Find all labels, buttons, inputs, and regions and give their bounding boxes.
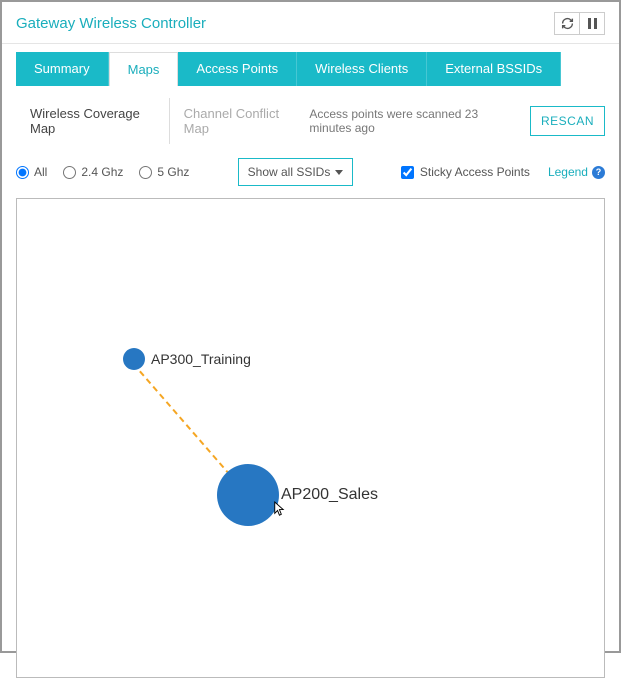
radio-5ghz[interactable]: 5 Ghz — [139, 165, 189, 179]
radio-24ghz-label: 2.4 Ghz — [81, 165, 123, 179]
radio-24ghz-input[interactable] — [63, 166, 76, 179]
refresh-button[interactable] — [554, 12, 580, 35]
legend-label: Legend — [548, 165, 588, 179]
radio-all-input[interactable] — [16, 166, 29, 179]
tab-access-points[interactable]: Access Points — [178, 52, 297, 86]
frequency-filters: All 2.4 Ghz 5 Ghz — [16, 165, 189, 179]
tab-summary[interactable]: Summary — [16, 52, 109, 86]
refresh-icon — [561, 17, 574, 30]
pause-icon — [588, 18, 597, 29]
tab-maps[interactable]: Maps — [109, 52, 179, 86]
tab-wireless-clients[interactable]: Wireless Clients — [297, 52, 427, 86]
help-icon: ? — [592, 166, 605, 179]
page-title[interactable]: Gateway Wireless Controller — [16, 15, 206, 32]
radio-all[interactable]: All — [16, 165, 47, 179]
radio-5ghz-label: 5 Ghz — [157, 165, 189, 179]
subtab-coverage[interactable]: Wireless Coverage Map — [16, 98, 170, 144]
pause-button[interactable] — [579, 12, 605, 35]
sticky-ap-checkbox[interactable]: Sticky Access Points — [401, 165, 530, 179]
coverage-map[interactable]: AP300_Training AP200_Sales — [16, 198, 605, 678]
ap-node-training[interactable] — [123, 348, 145, 370]
chevron-down-icon — [335, 170, 343, 175]
tab-external-bssids[interactable]: External BSSIDs — [427, 52, 561, 86]
subtab-conflict[interactable]: Channel Conflict Map — [170, 98, 310, 144]
legend-link[interactable]: Legend ? — [548, 165, 605, 179]
ssid-dropdown[interactable]: Show all SSIDs — [238, 158, 353, 186]
ap-label-training: AP300_Training — [151, 351, 251, 367]
topbar-controls — [554, 12, 605, 35]
ap-label-sales: AP200_Sales — [281, 486, 378, 504]
map-subtabs: Wireless Coverage Map Channel Conflict M… — [16, 98, 309, 144]
ap-node-sales[interactable] — [217, 464, 279, 526]
radio-5ghz-input[interactable] — [139, 166, 152, 179]
sticky-ap-label: Sticky Access Points — [420, 165, 530, 179]
sticky-ap-input[interactable] — [401, 166, 414, 179]
rescan-button[interactable]: RESCAN — [530, 106, 605, 136]
main-tabs: Summary Maps Access Points Wireless Clie… — [16, 52, 605, 86]
scan-status: Access points were scanned 23 minutes ag… — [309, 107, 520, 135]
ssid-dropdown-label: Show all SSIDs — [248, 165, 331, 179]
radio-all-label: All — [34, 165, 47, 179]
radio-24ghz[interactable]: 2.4 Ghz — [63, 165, 123, 179]
